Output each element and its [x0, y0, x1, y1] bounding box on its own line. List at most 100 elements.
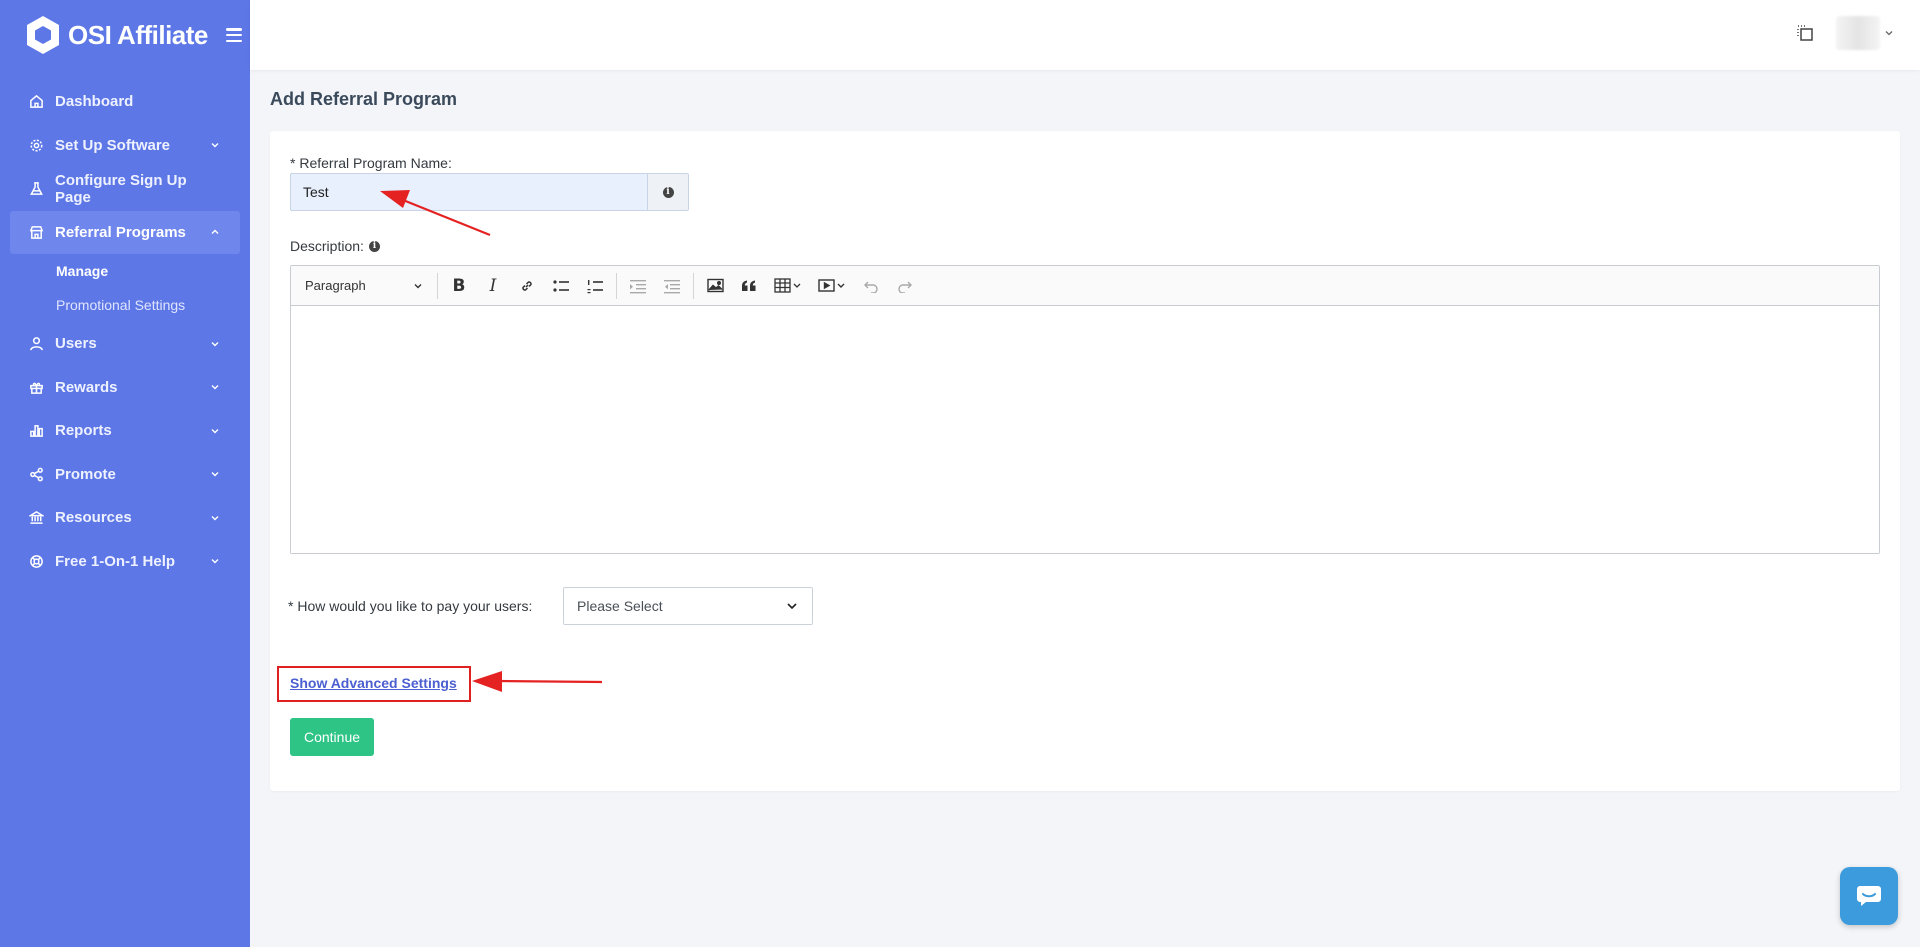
sidebar-item-free-help[interactable]: Free 1-On-1 Help — [0, 540, 250, 584]
topbar — [250, 0, 1920, 70]
lifebuoy-icon — [28, 553, 44, 569]
topbar-actions — [1794, 16, 1894, 50]
block-quote-button[interactable] — [732, 271, 766, 301]
annotation-arrow-advanced — [472, 671, 603, 692]
info-icon[interactable]: i — [368, 240, 380, 252]
decrease-indent-button[interactable] — [655, 271, 689, 301]
quote-icon — [742, 280, 756, 291]
copy-icon[interactable] — [1794, 22, 1816, 44]
numbered-list-icon — [587, 279, 603, 293]
chevron-down-icon — [211, 515, 219, 521]
italic-icon: I — [489, 275, 497, 296]
pay-users-select-value: Please Select — [577, 598, 663, 614]
sidebar-item-label: Referral Programs — [55, 223, 186, 241]
redo-button[interactable] — [888, 271, 922, 301]
chevron-down-icon — [211, 341, 219, 347]
description-label-row: Description: i — [290, 238, 380, 254]
chevron-down-icon — [211, 143, 219, 148]
bold-button[interactable]: B — [442, 271, 476, 301]
sidebar-item-reports[interactable]: Reports — [0, 409, 250, 453]
gift-icon — [28, 379, 44, 395]
description-label: Description: — [290, 238, 364, 254]
editor-toolbar: Paragraph B I — [291, 266, 1879, 306]
sidebar-item-label: Set Up Software — [55, 136, 171, 154]
undo-icon — [864, 281, 878, 293]
italic-button[interactable]: I — [476, 271, 510, 301]
link-button[interactable] — [510, 271, 544, 301]
referral-programs-submenu: Manage Promotional Settings — [0, 254, 250, 322]
sidebar-item-users[interactable]: Users — [0, 322, 250, 366]
info-icon: i — [662, 186, 674, 198]
sidebar-item-referral-programs[interactable]: Referral Programs — [10, 210, 240, 254]
chevron-down-icon — [211, 559, 219, 564]
insert-table-button[interactable] — [766, 271, 810, 301]
program-name-info-button[interactable]: i — [647, 173, 689, 211]
chevron-down-icon[interactable] — [1884, 28, 1894, 38]
description-editor-area[interactable] — [291, 306, 1879, 553]
chevron-up-icon — [211, 229, 219, 235]
bold-icon: B — [452, 275, 466, 296]
chat-widget-button[interactable] — [1840, 867, 1898, 925]
sidebar: OSI Affiliate Dashboard Set Up Software … — [0, 0, 250, 947]
user-icon — [28, 336, 44, 352]
continue-button[interactable]: Continue — [290, 718, 374, 756]
avatar[interactable] — [1836, 16, 1880, 50]
increase-indent-button[interactable] — [621, 271, 655, 301]
toolbar-separator — [437, 272, 438, 299]
sidebar-item-label: Users — [55, 335, 97, 353]
chevron-down-icon — [211, 472, 219, 477]
bulleted-list-icon — [553, 279, 569, 292]
insert-image-button[interactable] — [698, 271, 732, 301]
home-icon — [28, 94, 44, 110]
toolbar-separator — [616, 272, 617, 299]
pay-users-select[interactable]: Please Select — [563, 587, 813, 625]
media-icon — [818, 279, 845, 292]
redo-icon — [898, 281, 912, 293]
sidebar-nav: Dashboard Set Up Software Configure Sign… — [0, 80, 250, 583]
rich-text-editor: Paragraph B I — [290, 265, 1880, 554]
page-title: Add Referral Program — [270, 89, 458, 109]
chevron-down-icon — [211, 428, 219, 434]
image-icon — [706, 278, 724, 293]
bar-chart-icon — [28, 423, 44, 439]
bulleted-list-button[interactable] — [544, 271, 578, 301]
sidebar-item-label: Rewards — [55, 378, 118, 396]
sidebar-item-label: Configure Sign Up Page — [55, 171, 187, 206]
chevron-down-icon — [211, 385, 219, 390]
pay-users-label: * How would you like to pay your users: — [288, 598, 533, 614]
sidebar-item-dashboard[interactable]: Dashboard — [0, 80, 250, 124]
annotation-arrow-name — [380, 190, 491, 237]
sidebar-item-promote[interactable]: Promote — [0, 453, 250, 497]
paragraph-format-dropdown[interactable]: Paragraph — [295, 271, 433, 301]
osi-logo-icon[interactable] — [24, 14, 62, 56]
undo-button[interactable] — [854, 271, 888, 301]
indent-icon — [630, 279, 646, 293]
show-advanced-settings-link[interactable]: Show Advanced Settings — [290, 675, 457, 691]
outdent-icon — [664, 279, 680, 293]
share-icon — [28, 466, 44, 482]
paragraph-format-value: Paragraph — [305, 278, 366, 293]
gear-icon — [28, 137, 44, 153]
sidebar-item-label: Free 1-On-1 Help — [55, 552, 176, 570]
brand-name[interactable]: OSI Affiliate — [68, 20, 208, 51]
sidebar-item-label: Promote — [55, 465, 116, 483]
numbered-list-button[interactable] — [578, 271, 612, 301]
chat-bubble-icon — [1857, 886, 1881, 906]
insert-media-button[interactable] — [810, 271, 854, 301]
hamburger-menu-icon[interactable] — [225, 28, 242, 42]
sidebar-item-set-up-software[interactable]: Set Up Software — [0, 124, 250, 168]
table-icon — [774, 278, 801, 293]
flask-icon — [28, 181, 44, 197]
sidebar-item-rewards[interactable]: Rewards — [0, 366, 250, 410]
toolbar-separator — [693, 272, 694, 299]
store-icon — [28, 224, 44, 240]
sidebar-item-label: Dashboard — [55, 93, 134, 111]
sidebar-item-resources[interactable]: Resources — [0, 496, 250, 540]
chevron-down-icon — [787, 603, 797, 610]
sidebar-subitem-manage[interactable]: Manage — [56, 254, 250, 288]
chevron-down-icon — [414, 283, 422, 288]
link-icon — [522, 280, 532, 291]
sidebar-subitem-promotional-settings[interactable]: Promotional Settings — [56, 288, 250, 322]
sidebar-item-label: Resources — [55, 509, 132, 527]
sidebar-item-configure-sign-up-page[interactable]: Configure Sign Up Page — [0, 167, 250, 211]
